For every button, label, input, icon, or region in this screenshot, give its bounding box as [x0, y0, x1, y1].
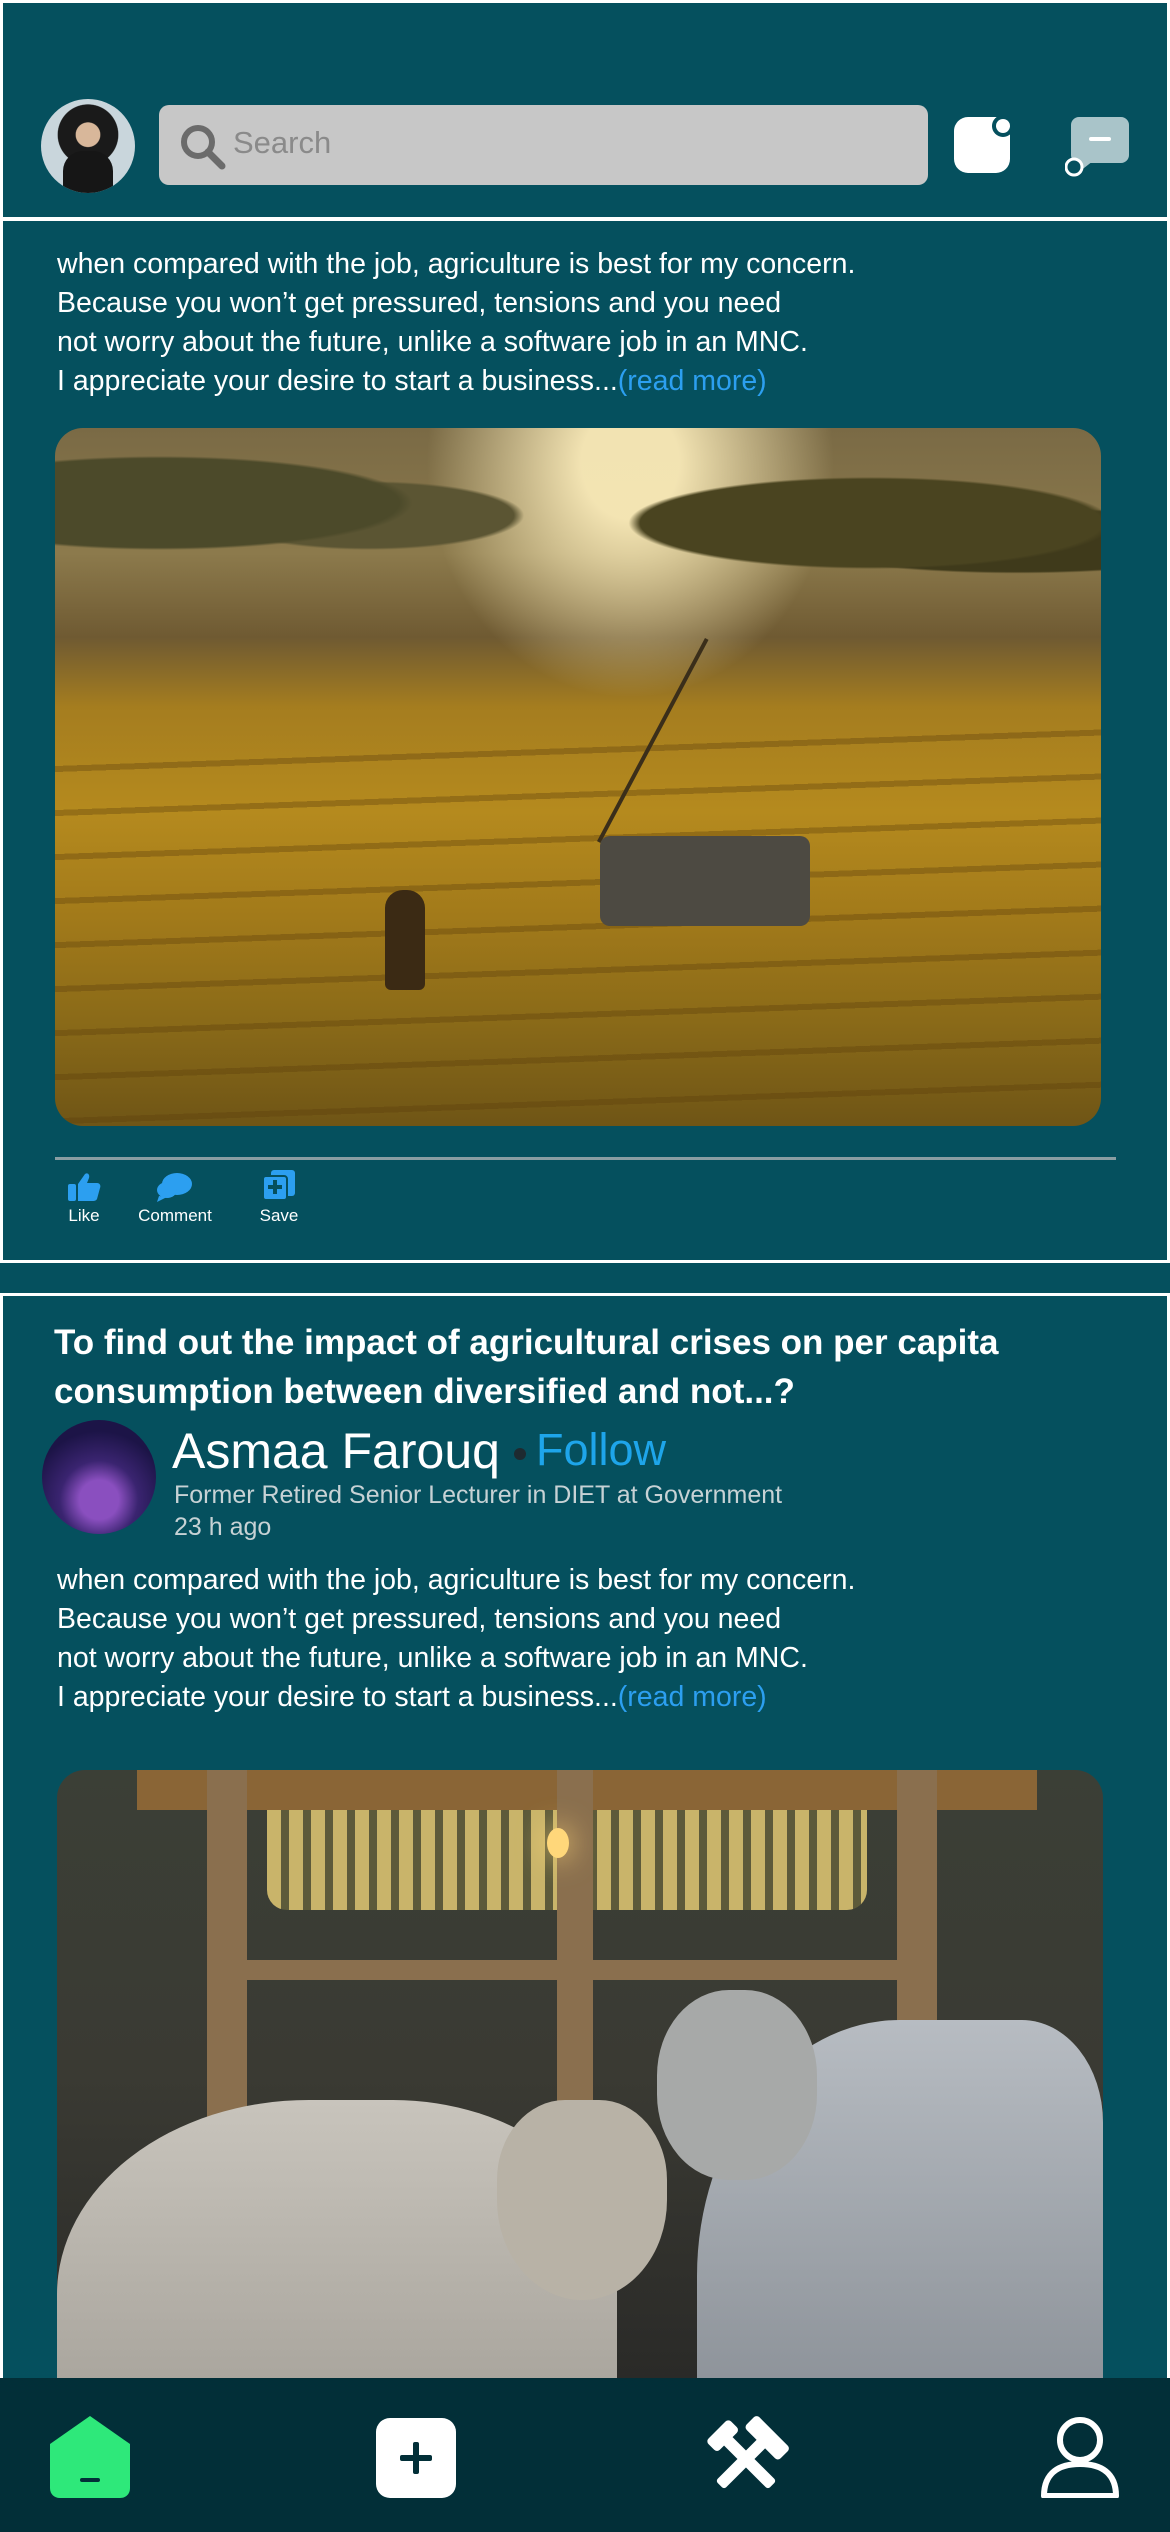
top-header: Search: [0, 0, 1170, 222]
profile-icon[interactable]: [1038, 2414, 1122, 2498]
comment-button[interactable]: Comment: [130, 1172, 220, 1226]
read-more-link[interactable]: (read more): [618, 365, 767, 397]
like-button[interactable]: Like: [62, 1172, 106, 1226]
post-divider: [55, 1157, 1116, 1160]
notification-icon[interactable]: [954, 115, 1014, 175]
post-image-field[interactable]: [55, 428, 1101, 1126]
bookmark-icon: [262, 1170, 295, 1201]
home-icon[interactable]: [48, 2414, 132, 2500]
add-icon[interactable]: [376, 2418, 456, 2498]
bottom-navigation: [0, 2378, 1170, 2532]
post-body: when compared with the job, agriculture …: [57, 1561, 1117, 1717]
thumbs-up-icon: [68, 1173, 101, 1201]
post-timestamp: 23 h ago: [174, 1513, 272, 1541]
save-button[interactable]: Save: [254, 1168, 304, 1226]
search-bar[interactable]: Search: [159, 105, 928, 185]
save-label: Save: [259, 1206, 299, 1225]
comment-icon: [157, 1173, 192, 1202]
like-label: Like: [68, 1206, 100, 1225]
search-placeholder: Search: [233, 125, 332, 160]
author-role: Former Retired Senior Lecturer in DIET a…: [174, 1481, 783, 1509]
read-more-link[interactable]: (read more): [618, 1681, 767, 1713]
user-avatar[interactable]: [41, 99, 135, 193]
tools-icon[interactable]: [700, 2416, 792, 2502]
separator-dot: [514, 1448, 526, 1460]
follow-button[interactable]: Follow: [536, 1424, 666, 1476]
post-body: when compared with the job, agriculture …: [57, 245, 1117, 401]
post-question[interactable]: To find out the impact of agricultural c…: [54, 1318, 1134, 1416]
search-icon: [181, 125, 226, 170]
author-name[interactable]: Asmaa Farouq: [172, 1422, 500, 1480]
comment-label: Comment: [138, 1206, 212, 1225]
author-avatar[interactable]: [42, 1420, 156, 1534]
messages-icon[interactable]: [1065, 115, 1131, 177]
